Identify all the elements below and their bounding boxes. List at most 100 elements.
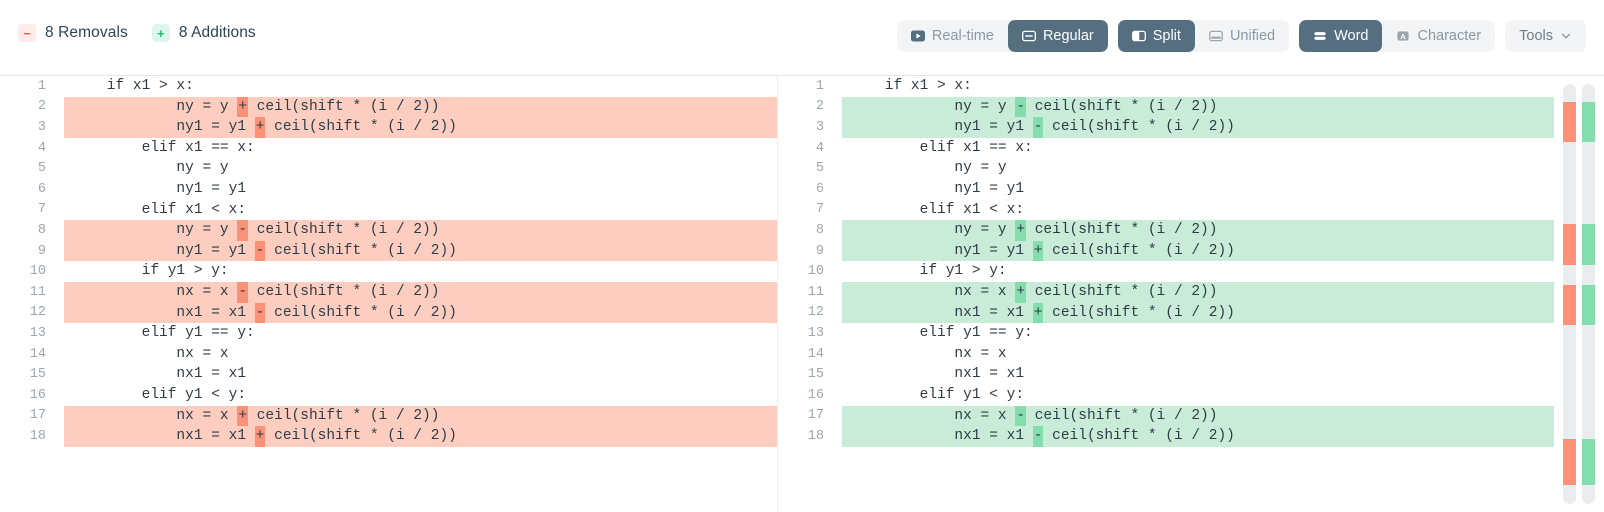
- changed-word: -: [254, 302, 266, 324]
- line-text-before: ny1 = y1: [72, 119, 255, 136]
- line-number: 6: [37, 181, 46, 197]
- character-label: Character: [1417, 28, 1482, 44]
- stacked-bars-icon: [1313, 29, 1327, 43]
- diff-line: 3 ny1 = y1 - ceil(shift * (i / 2)): [778, 117, 1554, 138]
- line-number: 3: [815, 119, 824, 135]
- line-text-after: ceil(shift * (i / 2)): [248, 407, 440, 424]
- diff-pane-original[interactable]: 1 if x1 > x: 2 ny = y + ceil(shift * (i /…: [0, 76, 777, 512]
- line-number: 17: [807, 408, 824, 424]
- line-text-after: ceil(shift * (i / 2)): [248, 98, 440, 115]
- changed-word: -: [254, 240, 266, 262]
- minimap-scrollbar-modified[interactable]: [1582, 84, 1595, 504]
- line-number: 9: [37, 243, 46, 259]
- diff-line: 5 ny = y: [778, 158, 1554, 179]
- line-content: elif x1 < x:: [72, 201, 247, 218]
- additions-label: 8 Additions: [178, 24, 256, 41]
- line-text-before: ny = y: [72, 222, 238, 239]
- diff-line: 13 elif y1 == y:: [778, 323, 1554, 344]
- tools-dropdown-button[interactable]: Tools: [1505, 20, 1586, 52]
- line-text-after: ceil(shift * (i / 2)): [265, 428, 457, 445]
- line-content: nx = x - ceil(shift * (i / 2)): [64, 281, 777, 303]
- changed-word: +: [1032, 302, 1044, 324]
- line-content: nx1 = x1 - ceil(shift * (i / 2)): [842, 426, 1554, 447]
- minimap-change-marker: [1582, 285, 1595, 326]
- line-text-after: ceil(shift * (i / 2)): [1026, 222, 1218, 239]
- unified-button[interactable]: Unified: [1195, 20, 1289, 52]
- diff-line: 12 nx1 = x1 + ceil(shift * (i / 2)): [778, 302, 1554, 324]
- line-content: ny1 = y1 - ceil(shift * (i / 2)): [64, 240, 777, 262]
- diff-line: 5 ny = y: [0, 158, 777, 179]
- line-number: 8: [37, 222, 46, 238]
- line-number: 14: [29, 346, 46, 362]
- unified-label: Unified: [1229, 28, 1276, 44]
- character-button[interactable]: A Character: [1382, 20, 1495, 52]
- changed-word: +: [237, 96, 249, 118]
- line-number: 18: [29, 428, 46, 444]
- line-text-before: ny1 = y1: [850, 242, 1033, 259]
- line-content: nx = x: [72, 345, 229, 362]
- changed-word: +: [237, 405, 249, 427]
- realtime-button[interactable]: Real-time: [897, 20, 1008, 52]
- split-panel-icon: [1131, 29, 1146, 43]
- line-content: if x1 > x:: [850, 78, 972, 94]
- unified-panel-icon: [1208, 29, 1223, 43]
- line-number: 7: [37, 202, 46, 218]
- line-content: nx = x + ceil(shift * (i / 2)): [842, 281, 1554, 303]
- line-number: 6: [815, 181, 824, 197]
- line-content: if y1 > y:: [72, 263, 229, 280]
- line-content: ny = y + ceil(shift * (i / 2)): [64, 96, 777, 118]
- line-text-after: ceil(shift * (i / 2)): [1043, 119, 1235, 136]
- line-number: 10: [29, 264, 46, 280]
- diff-line: 16 elif y1 < y:: [0, 385, 777, 406]
- line-text-after: ceil(shift * (i / 2)): [248, 222, 440, 239]
- line-text-after: ceil(shift * (i / 2)): [1043, 242, 1235, 259]
- diff-line: 13 elif y1 == y:: [0, 323, 777, 344]
- tools-label: Tools: [1519, 28, 1553, 44]
- changed-word: +: [1015, 281, 1027, 303]
- diff-line: 17 nx = x + ceil(shift * (i / 2)): [0, 405, 777, 427]
- line-content: ny = y: [72, 160, 229, 177]
- diff-line: 8 ny = y - ceil(shift * (i / 2)): [0, 220, 777, 241]
- line-number: 1: [815, 78, 824, 94]
- diff-minimap: [1558, 76, 1604, 512]
- play-icon: [910, 29, 925, 43]
- diff-line: 2 ny = y + ceil(shift * (i / 2)): [0, 96, 777, 118]
- line-content: ny1 = y1: [850, 180, 1025, 197]
- line-content: nx1 = x1: [72, 366, 247, 383]
- line-text-before: ny = y: [850, 222, 1016, 239]
- line-number: 17: [29, 408, 46, 424]
- minimap-change-marker: [1563, 101, 1576, 142]
- diff-line: 6 ny1 = y1: [0, 179, 777, 200]
- line-text-after: ceil(shift * (i / 2)): [265, 119, 457, 136]
- minimap-scrollbar-original[interactable]: [1563, 84, 1576, 504]
- diff-line: 11 nx = x + ceil(shift * (i / 2)): [778, 281, 1554, 303]
- changed-word: -: [1032, 117, 1044, 138]
- regular-button[interactable]: Regular: [1007, 20, 1108, 52]
- diff-line: 18 nx1 = x1 + ceil(shift * (i / 2)): [0, 426, 777, 447]
- line-content: ny = y - ceil(shift * (i / 2)): [64, 220, 777, 241]
- line-content: elif x1 == x:: [72, 139, 255, 156]
- diff-line: 16 elif y1 < y:: [778, 385, 1554, 406]
- line-text-after: ceil(shift * (i / 2)): [1026, 283, 1218, 300]
- word-label: Word: [1334, 28, 1369, 44]
- diff-line: 3 ny1 = y1 + ceil(shift * (i / 2)): [0, 117, 777, 138]
- split-button[interactable]: Split: [1117, 20, 1195, 52]
- line-content: elif x1 == x:: [850, 139, 1033, 156]
- diff-pane-modified[interactable]: 1 if x1 > x: 2 ny = y - ceil(shift * (i /…: [777, 76, 1554, 512]
- line-text-after: ceil(shift * (i / 2)): [1026, 407, 1218, 424]
- regular-label: Regular: [1042, 28, 1094, 44]
- realtime-label: Real-time: [931, 28, 994, 44]
- line-number: 16: [29, 387, 46, 403]
- line-number: 11: [29, 284, 46, 300]
- line-content: nx1 = x1: [850, 366, 1025, 383]
- line-content: nx1 = x1 + ceil(shift * (i / 2)): [64, 426, 777, 447]
- line-text-before: ny1 = y1: [72, 242, 255, 259]
- changed-word: -: [1032, 426, 1044, 447]
- line-number: 14: [807, 346, 824, 362]
- line-content: elif y1 == y:: [850, 325, 1033, 342]
- word-button[interactable]: Word: [1299, 20, 1383, 52]
- minimap-change-marker: [1563, 285, 1576, 326]
- diff-line: 14 nx = x: [0, 344, 777, 365]
- line-number: 11: [807, 284, 824, 300]
- line-number: 5: [37, 161, 46, 177]
